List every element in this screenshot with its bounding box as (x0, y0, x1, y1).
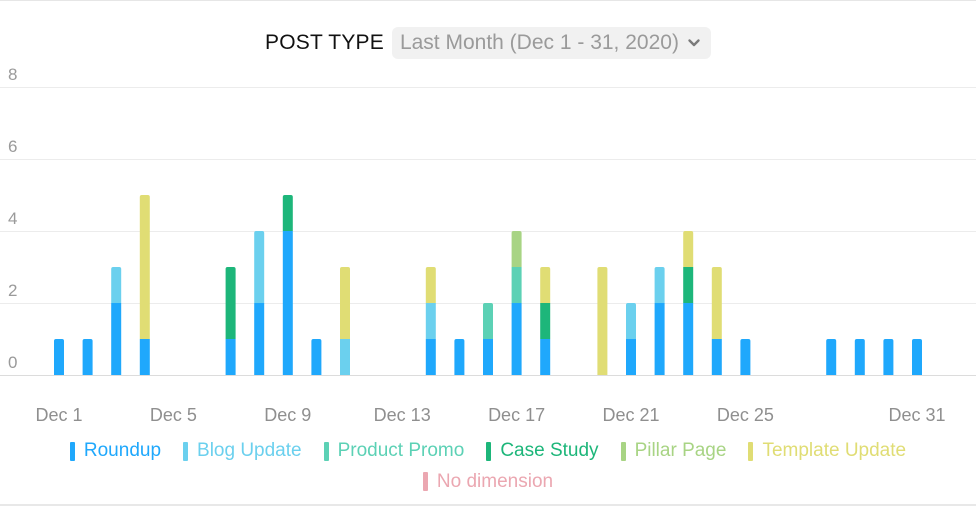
bar-segment-roundup[interactable]: Dec 10 – Roundup: 1 (311, 339, 322, 375)
bar-segment-roundup[interactable]: Dec 17 – Roundup: 2 (511, 303, 522, 375)
legend-label: Product Promo (337, 440, 465, 461)
legend-label: Pillar Page (634, 440, 727, 461)
bar-segment-case-study[interactable]: Dec 23 – Case Study: 1 (683, 267, 694, 303)
bar-segment-roundup[interactable]: Dec 7 – Roundup: 1 (225, 339, 236, 375)
legend-swatch (323, 441, 329, 461)
x-tick-label: Dec 5 (150, 405, 197, 425)
bar-segment-template-update[interactable]: Dec 14 – Template Update: 1 (425, 267, 436, 303)
x-tick-label: Dec 31 (888, 405, 945, 425)
bar-segment-blog-update[interactable]: Dec 3 – Blog Update: 1 (111, 267, 122, 303)
y-tick-label: 8 (8, 65, 17, 84)
bar-segment-case-study[interactable]: Dec 18 – Case Study: 1 (540, 303, 551, 339)
bar-segment-roundup[interactable]: Dec 14 – Roundup: 1 (425, 339, 436, 375)
bar-segment-roundup[interactable]: Dec 25 – Roundup: 1 (740, 339, 751, 375)
bar-segment-blog-update[interactable]: Dec 11 – Blog Update: 1 (340, 339, 350, 375)
bar-segment-blog-update[interactable]: Dec 22 – Blog Update: 1 (654, 267, 665, 303)
bar-segment-roundup[interactable]: Dec 21 – Roundup: 1 (626, 339, 636, 375)
bar-segment-blog-update[interactable]: Dec 21 – Blog Update: 1 (626, 303, 636, 339)
x-tick-label: Dec 13 (374, 405, 431, 425)
bar-segment-template-update[interactable]: Dec 24 – Template Update: 2 (711, 267, 722, 339)
bar-segment-roundup[interactable]: Dec 1 – Roundup: 1 (54, 339, 64, 375)
legend-item-template-update[interactable]: Template Update (748, 438, 906, 464)
bar-segment-roundup[interactable]: Dec 18 – Roundup: 1 (540, 339, 551, 375)
x-tick-label: Dec 17 (488, 405, 545, 425)
y-tick-label: 2 (8, 281, 17, 300)
legend-label: Template Update (762, 440, 907, 461)
stacked-bar-chart: 0 2 4 6 8 Dec 1 – Roundup: 1 Dec 2 – Roundup:… (0, 65, 976, 425)
bar-segment-product-promo[interactable]: Dec 17 – Product Promo: 1 (511, 267, 522, 303)
bar-segment-roundup[interactable]: Dec 15 – Roundup: 1 (454, 339, 465, 375)
bar-segment-roundup[interactable]: Dec 22 – Roundup: 2 (654, 303, 665, 375)
legend-label: Case Study (500, 440, 599, 461)
bar-segment-roundup[interactable]: Dec 31 – Roundup: 1 (912, 339, 922, 375)
bar-segment-roundup[interactable]: Dec 23 – Roundup: 2 (683, 303, 694, 375)
legend-label: Blog Update (197, 440, 302, 461)
bar-segment-template-update[interactable]: Dec 18 – Template Update: 1 (540, 267, 551, 303)
bar-segment-roundup[interactable]: Dec 2 – Roundup: 1 (82, 339, 93, 375)
x-axis: Dec 1 Dec 5 Dec 9 Dec 13 Dec 17 Dec 21 Dec 25 D… (35, 405, 945, 425)
bar-segment-roundup[interactable]: Dec 8 – Roundup: 2 (254, 303, 265, 375)
legend-swatch (183, 441, 189, 461)
legend-swatch (422, 472, 428, 491)
bar-segment-roundup[interactable]: Dec 28 – Roundup: 1 (826, 339, 837, 375)
legend-swatch (620, 441, 626, 461)
bar-segment-pillar-page[interactable]: Dec 17 – Pillar Page: 1 (511, 231, 522, 267)
legend-swatch (748, 441, 754, 461)
bar-segment-roundup[interactable]: Dec 4 – Roundup: 1 (139, 339, 150, 375)
y-tick-label: 0 (8, 353, 17, 372)
y-tick-label: 6 (8, 137, 17, 156)
bar-segment-roundup[interactable]: Dec 30 – Roundup: 1 (883, 339, 894, 375)
legend-item-pillar-page[interactable]: Pillar Page (620, 438, 727, 464)
bar-segment-template-update[interactable]: Dec 20 – Template Update: 3 (597, 267, 608, 375)
bar-segment-case-study[interactable]: Dec 9 – Case Study: 1 (282, 195, 293, 231)
x-tick-label: Dec 21 (602, 405, 659, 425)
bar-segment-template-update[interactable]: Dec 4 – Template Update: 4 (139, 195, 150, 339)
legend-swatch (69, 441, 75, 461)
legend-item-blog-update[interactable]: Blog Update (183, 438, 302, 464)
bar-segment-blog-update[interactable]: Dec 8 – Blog Update: 2 (254, 231, 265, 303)
bar-segment-template-update[interactable]: Dec 11 – Template Update: 2 (340, 267, 350, 339)
bars: Dec 1 – Roundup: 1 Dec 2 – Roundup: 1 Dec … (54, 195, 922, 375)
legend-item-product-promo[interactable]: Product Promo (323, 438, 465, 464)
bar-segment-roundup[interactable]: Dec 29 – Roundup: 1 (854, 339, 865, 375)
bar-segment-product-promo[interactable]: Dec 16 – Product Promo: 1 (483, 303, 493, 339)
x-tick-label: Dec 25 (717, 405, 774, 425)
bar-segment-roundup[interactable]: Dec 16 – Roundup: 1 (483, 339, 493, 375)
bar-segment-template-update[interactable]: Dec 23 – Template Update: 1 (683, 231, 694, 267)
legend-item-no-dimension[interactable]: No dimension (422, 469, 554, 495)
chart-legend: Roundup Blog Update Product Promo Case Stud… (0, 438, 976, 499)
bar-segment-blog-update[interactable]: Dec 14 – Blog Update: 1 (425, 303, 436, 339)
legend-item-case-study[interactable]: Case Study (486, 438, 599, 464)
x-tick-label: Dec 9 (264, 405, 311, 425)
bar-segment-case-study[interactable]: Dec 7 – Case Study: 2 (225, 267, 236, 339)
bar-segment-roundup[interactable]: Dec 3 – Roundup: 2 (111, 303, 122, 375)
x-tick-label: Dec 1 (35, 405, 82, 425)
y-axis: 0 2 4 6 8 (8, 65, 17, 372)
y-tick-label: 4 (8, 209, 17, 228)
legend-item-roundup[interactable]: Roundup (69, 438, 162, 464)
legend-label: Roundup (83, 440, 162, 461)
legend-label: No dimension (436, 470, 554, 492)
bar-segment-roundup[interactable]: Dec 24 – Roundup: 1 (711, 339, 722, 375)
bar-segment-roundup[interactable]: Dec 9 – Roundup: 4 (282, 231, 293, 375)
legend-swatch (486, 441, 492, 461)
